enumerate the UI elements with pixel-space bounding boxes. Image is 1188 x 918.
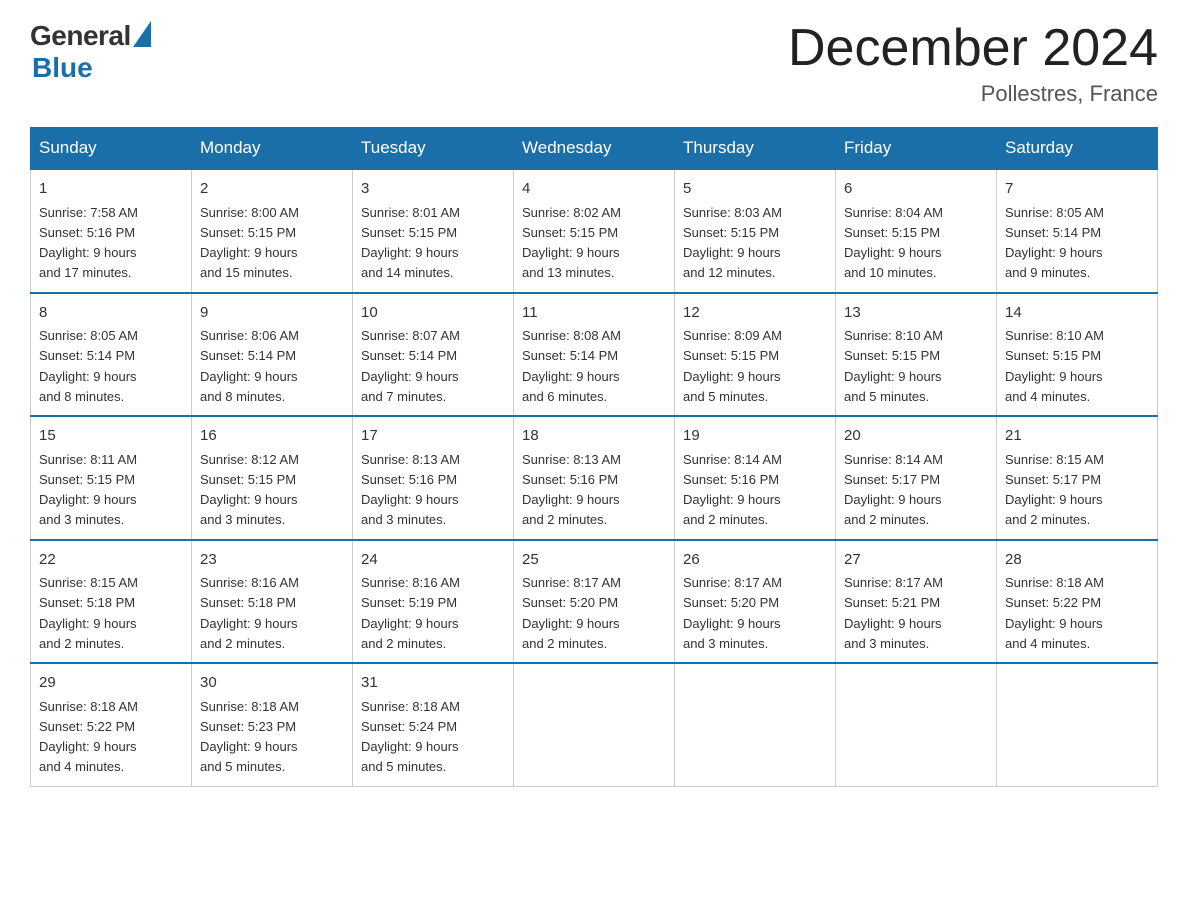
calendar-week-5: 29Sunrise: 8:18 AMSunset: 5:22 PMDayligh… — [31, 663, 1158, 786]
table-row: 9Sunrise: 8:06 AMSunset: 5:14 PMDaylight… — [192, 293, 353, 417]
page-header: General Blue December 2024 Pollestres, F… — [30, 20, 1158, 107]
calendar-week-4: 22Sunrise: 8:15 AMSunset: 5:18 PMDayligh… — [31, 540, 1158, 664]
table-row: 30Sunrise: 8:18 AMSunset: 5:23 PMDayligh… — [192, 663, 353, 786]
location: Pollestres, France — [788, 81, 1158, 107]
table-row: 2Sunrise: 8:00 AMSunset: 5:15 PMDaylight… — [192, 169, 353, 293]
table-row: 1Sunrise: 7:58 AMSunset: 5:16 PMDaylight… — [31, 169, 192, 293]
table-row: 13Sunrise: 8:10 AMSunset: 5:15 PMDayligh… — [836, 293, 997, 417]
table-row: 10Sunrise: 8:07 AMSunset: 5:14 PMDayligh… — [353, 293, 514, 417]
day-number: 11 — [522, 302, 666, 325]
table-row: 5Sunrise: 8:03 AMSunset: 5:15 PMDaylight… — [675, 169, 836, 293]
day-number: 15 — [39, 425, 183, 448]
col-thursday: Thursday — [675, 128, 836, 170]
col-saturday: Saturday — [997, 128, 1158, 170]
day-number: 25 — [522, 549, 666, 572]
table-row: 17Sunrise: 8:13 AMSunset: 5:16 PMDayligh… — [353, 416, 514, 540]
header-row: Sunday Monday Tuesday Wednesday Thursday… — [31, 128, 1158, 170]
col-tuesday: Tuesday — [353, 128, 514, 170]
table-row: 16Sunrise: 8:12 AMSunset: 5:15 PMDayligh… — [192, 416, 353, 540]
day-number: 7 — [1005, 178, 1149, 201]
calendar-week-1: 1Sunrise: 7:58 AMSunset: 5:16 PMDaylight… — [31, 169, 1158, 293]
table-row: 14Sunrise: 8:10 AMSunset: 5:15 PMDayligh… — [997, 293, 1158, 417]
day-number: 23 — [200, 549, 344, 572]
table-row: 8Sunrise: 8:05 AMSunset: 5:14 PMDaylight… — [31, 293, 192, 417]
logo: General Blue — [30, 20, 151, 84]
table-row: 18Sunrise: 8:13 AMSunset: 5:16 PMDayligh… — [514, 416, 675, 540]
day-number: 26 — [683, 549, 827, 572]
table-row — [675, 663, 836, 786]
day-number: 2 — [200, 178, 344, 201]
day-number: 22 — [39, 549, 183, 572]
day-number: 1 — [39, 178, 183, 201]
table-row: 29Sunrise: 8:18 AMSunset: 5:22 PMDayligh… — [31, 663, 192, 786]
day-number: 21 — [1005, 425, 1149, 448]
month-title: December 2024 — [788, 20, 1158, 77]
table-row — [997, 663, 1158, 786]
day-number: 17 — [361, 425, 505, 448]
col-friday: Friday — [836, 128, 997, 170]
day-number: 4 — [522, 178, 666, 201]
day-number: 9 — [200, 302, 344, 325]
table-row: 28Sunrise: 8:18 AMSunset: 5:22 PMDayligh… — [997, 540, 1158, 664]
table-row: 23Sunrise: 8:16 AMSunset: 5:18 PMDayligh… — [192, 540, 353, 664]
table-row — [514, 663, 675, 786]
day-number: 12 — [683, 302, 827, 325]
day-number: 5 — [683, 178, 827, 201]
col-wednesday: Wednesday — [514, 128, 675, 170]
day-number: 18 — [522, 425, 666, 448]
day-number: 30 — [200, 672, 344, 695]
table-row: 27Sunrise: 8:17 AMSunset: 5:21 PMDayligh… — [836, 540, 997, 664]
col-sunday: Sunday — [31, 128, 192, 170]
day-number: 31 — [361, 672, 505, 695]
table-row: 20Sunrise: 8:14 AMSunset: 5:17 PMDayligh… — [836, 416, 997, 540]
table-row: 21Sunrise: 8:15 AMSunset: 5:17 PMDayligh… — [997, 416, 1158, 540]
table-row: 22Sunrise: 8:15 AMSunset: 5:18 PMDayligh… — [31, 540, 192, 664]
calendar-week-3: 15Sunrise: 8:11 AMSunset: 5:15 PMDayligh… — [31, 416, 1158, 540]
table-row: 11Sunrise: 8:08 AMSunset: 5:14 PMDayligh… — [514, 293, 675, 417]
day-number: 13 — [844, 302, 988, 325]
day-number: 10 — [361, 302, 505, 325]
table-row: 26Sunrise: 8:17 AMSunset: 5:20 PMDayligh… — [675, 540, 836, 664]
calendar-table: Sunday Monday Tuesday Wednesday Thursday… — [30, 127, 1158, 787]
day-number: 27 — [844, 549, 988, 572]
day-number: 8 — [39, 302, 183, 325]
logo-blue-text: Blue — [32, 52, 93, 84]
table-row: 25Sunrise: 8:17 AMSunset: 5:20 PMDayligh… — [514, 540, 675, 664]
day-number: 3 — [361, 178, 505, 201]
day-number: 20 — [844, 425, 988, 448]
logo-triangle-icon — [133, 21, 151, 47]
day-number: 14 — [1005, 302, 1149, 325]
day-number: 24 — [361, 549, 505, 572]
col-monday: Monday — [192, 128, 353, 170]
logo-general-text: General — [30, 20, 131, 52]
title-area: December 2024 Pollestres, France — [788, 20, 1158, 107]
table-row: 3Sunrise: 8:01 AMSunset: 5:15 PMDaylight… — [353, 169, 514, 293]
day-number: 16 — [200, 425, 344, 448]
table-row: 24Sunrise: 8:16 AMSunset: 5:19 PMDayligh… — [353, 540, 514, 664]
day-number: 29 — [39, 672, 183, 695]
day-number: 6 — [844, 178, 988, 201]
table-row: 31Sunrise: 8:18 AMSunset: 5:24 PMDayligh… — [353, 663, 514, 786]
table-row: 6Sunrise: 8:04 AMSunset: 5:15 PMDaylight… — [836, 169, 997, 293]
table-row: 4Sunrise: 8:02 AMSunset: 5:15 PMDaylight… — [514, 169, 675, 293]
table-row: 12Sunrise: 8:09 AMSunset: 5:15 PMDayligh… — [675, 293, 836, 417]
table-row: 19Sunrise: 8:14 AMSunset: 5:16 PMDayligh… — [675, 416, 836, 540]
table-row — [836, 663, 997, 786]
day-number: 28 — [1005, 549, 1149, 572]
day-number: 19 — [683, 425, 827, 448]
calendar-week-2: 8Sunrise: 8:05 AMSunset: 5:14 PMDaylight… — [31, 293, 1158, 417]
table-row: 15Sunrise: 8:11 AMSunset: 5:15 PMDayligh… — [31, 416, 192, 540]
table-row: 7Sunrise: 8:05 AMSunset: 5:14 PMDaylight… — [997, 169, 1158, 293]
